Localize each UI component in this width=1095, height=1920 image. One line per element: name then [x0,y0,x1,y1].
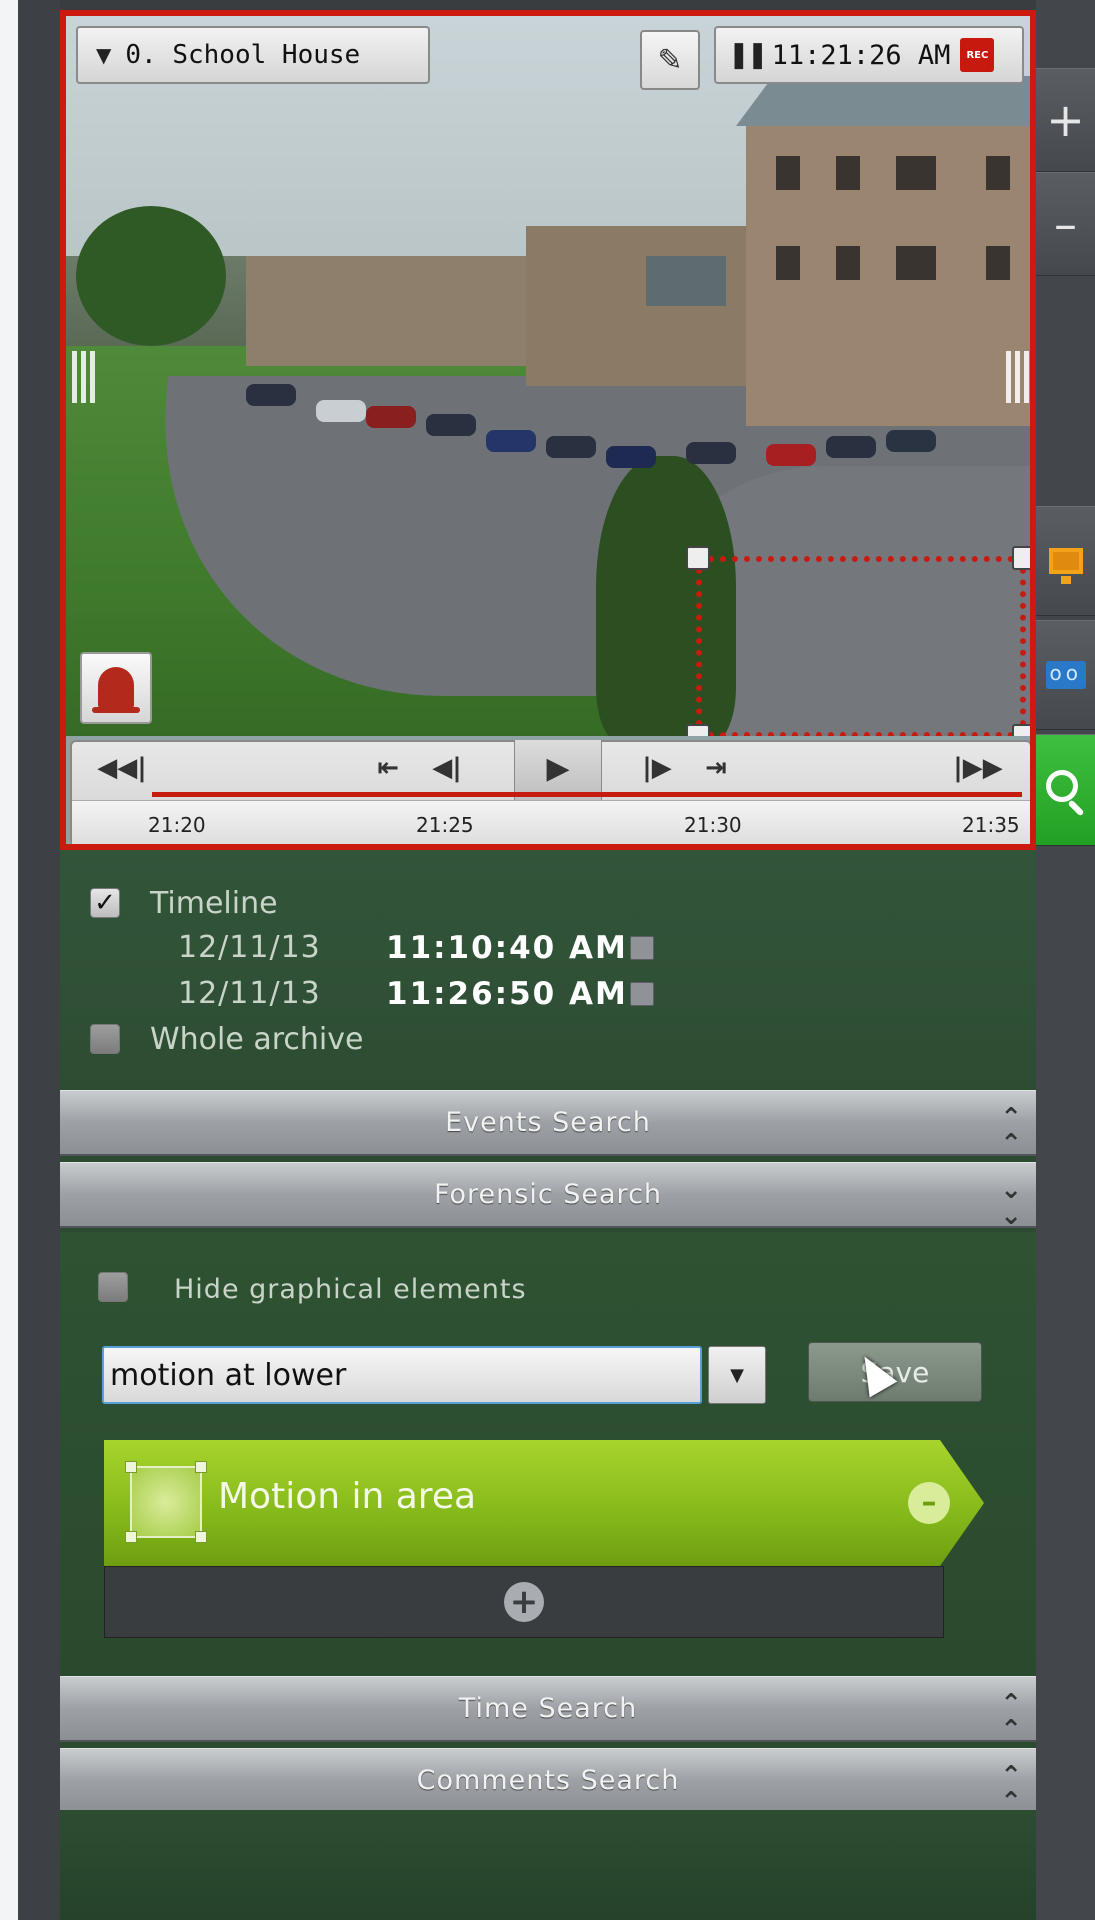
timeline-label: Timeline [150,886,278,921]
section-title: Comments Search [416,1765,680,1796]
jump-to-start-mark-button[interactable]: ⇤ [368,748,408,788]
end-time-picker-button[interactable] [630,982,654,1006]
start-time-picker-button[interactable] [630,936,654,960]
camera-name: 0. School House [125,40,361,70]
chevron-down-icon: ▼ [730,1364,744,1386]
start-date[interactable]: 12/11/13 [178,930,321,965]
forensic-search-header[interactable]: Forensic Search ⌄ ⌄ [60,1162,1036,1231]
minus-icon: – [1054,197,1077,251]
whole-archive-label: Whole archive [150,1022,364,1057]
end-date[interactable]: 12/11/13 [178,976,321,1011]
start-time[interactable]: 11:10:40 AM [386,930,628,966]
search-mode-button[interactable] [1036,734,1095,846]
left-gutter [18,0,60,1920]
right-toolbar: + – [1036,0,1095,1920]
step-forward-button[interactable]: |▶ [632,748,682,788]
zoom-in-button[interactable]: + [1036,68,1095,172]
motion-area-icon [125,1461,207,1543]
jump-to-end-mark-button[interactable]: ⇥ [696,748,736,788]
chevron-up-icon: ⌃ ⌃ [1000,1103,1022,1159]
query-name-input[interactable]: motion at lower [102,1346,702,1404]
playback-bar[interactable]: ◀◀| ⇤ ◀| ▶ |▶ ⇥ |▶▶ 21:20 21:25 21:30 21… [70,740,1030,844]
camera-time: 11:21:26 AM [771,39,951,71]
step-back-button[interactable]: ◀| [422,748,472,788]
zone-handle-top-right[interactable] [1012,546,1030,570]
archive-mode-button[interactable] [1036,620,1095,730]
left-edge [0,0,18,1920]
time-search-header[interactable]: Time Search ⌃ ⌃ [60,1676,1036,1745]
left-scroll-marker[interactable] [72,351,100,403]
search-icon [1045,770,1078,802]
condition-label: Motion in area [218,1476,477,1517]
chevron-up-icon: ⌃ ⌃ [1000,1761,1022,1817]
tape-icon [1045,661,1086,689]
bell-icon [92,667,140,713]
panel-footer [60,1810,1036,1920]
zone-handle-top-left[interactable] [686,546,710,570]
camera-view[interactable]: ▼ 0. School House ✎ ❚❚ 11:21:26 AM REC ◀… [60,10,1036,850]
zone-handle-bottom-right[interactable] [1012,724,1030,736]
right-scroll-marker[interactable] [1006,351,1030,403]
tick-label: 21:20 [148,813,206,837]
query-dropdown-button[interactable]: ▼ [708,1346,766,1404]
play-button[interactable]: ▶ [536,748,580,788]
skip-to-start-button[interactable]: ◀◀| [92,748,152,788]
camera-time-display[interactable]: ❚❚ 11:21:26 AM REC [714,26,1024,84]
save-button[interactable]: Save [808,1342,982,1402]
plus-icon: + [1046,93,1085,147]
section-title: Time Search [458,1693,638,1724]
timeline-scale[interactable]: 21:20 21:25 21:30 21:35 [72,800,1030,844]
chevron-down-icon: ⌄ ⌄ [1000,1175,1022,1231]
comments-search-header[interactable]: Comments Search ⌃ ⌃ [60,1748,1036,1817]
zoom-out-button[interactable]: – [1036,172,1095,276]
tick-label: 21:35 [962,813,1020,837]
timeline-checkbox[interactable]: ✓ [90,888,120,918]
section-title: Events Search [445,1107,651,1138]
camera-selector[interactable]: ▼ 0. School House [76,26,430,84]
skip-to-end-button[interactable]: |▶▶ [948,748,1008,788]
monitor-icon [1048,548,1083,584]
add-condition-row[interactable]: + [104,1566,944,1638]
rec-badge: REC [960,38,995,72]
remove-condition-icon[interactable]: – [908,1482,950,1524]
dropdown-arrow-icon: ▼ [96,43,112,67]
motion-condition[interactable]: Motion in area – [104,1440,984,1566]
hide-graphical-checkbox[interactable] [98,1272,128,1302]
pause-icon: ❚❚ [728,40,769,70]
zone-handle-bottom-left[interactable] [686,724,710,736]
live-mode-button[interactable] [1036,506,1095,616]
section-title: Forensic Search [433,1179,663,1210]
alarm-button[interactable] [80,652,152,724]
camera-image [66,16,1030,736]
end-time[interactable]: 11:26:50 AM [386,976,628,1012]
motion-detection-zone[interactable] [686,546,1030,736]
tick-label: 21:30 [684,813,742,837]
chevron-up-icon: ⌃ ⌃ [1000,1689,1022,1745]
add-icon[interactable]: + [504,1582,544,1622]
archive-range-line [152,792,1022,797]
comment-button[interactable]: ✎ [640,30,700,90]
comment-edit-icon: ✎ [657,42,683,78]
hide-graphical-label: Hide graphical elements [174,1274,527,1305]
tick-label: 21:25 [416,813,474,837]
events-search-header[interactable]: Events Search ⌃ ⌃ [60,1090,1036,1159]
whole-archive-checkbox[interactable] [90,1024,120,1054]
